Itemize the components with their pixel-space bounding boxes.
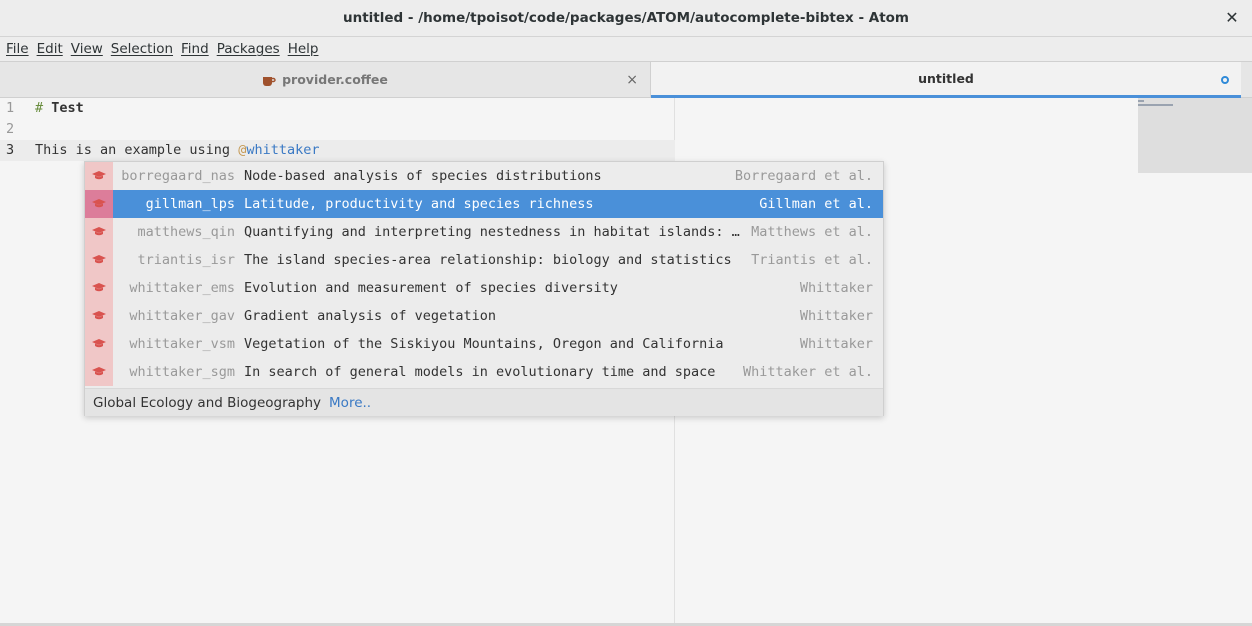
line-content: This is an example using @whittaker [35, 140, 320, 161]
suggestion-title: Vegetation of the Siskiyou Mountains, Or… [244, 336, 724, 352]
suggestion-title: Node-based analysis of species distribut… [244, 168, 602, 184]
description-text: Global Ecology and Biogeography [93, 394, 322, 411]
suggestion-title: In search of general models in evolution… [244, 364, 716, 380]
suggestion-key: whittaker_sgm [129, 364, 235, 380]
markdown-hash: # [35, 100, 44, 116]
title-bar: untitled - /home/tpoisot/code/packages/A… [0, 0, 1252, 37]
suggestion-key: gillman_lps [145, 196, 235, 212]
suggestion-item[interactable]: borregaard_nas Node-based analysis of sp… [85, 162, 883, 190]
menu-file[interactable]: File [2, 41, 33, 57]
suggestion-author: Whittaker [799, 336, 873, 352]
suggestion-key: whittaker_vsm [129, 336, 235, 352]
menu-view[interactable]: View [67, 41, 107, 57]
suggestion-item[interactable]: whittaker_gav Gradient analysis of veget… [85, 302, 883, 330]
graduation-cap-icon [85, 358, 113, 386]
menu-bar: File Edit View Selection Find Packages H… [0, 37, 1252, 62]
menu-find[interactable]: Find [177, 41, 213, 57]
suggestion-author: Matthews et al. [751, 224, 873, 240]
suggestion-key: borregaard_nas [121, 168, 235, 184]
suggestion-title: Evolution and measurement of species div… [244, 280, 618, 296]
suggestion-author: Borregaard et al. [734, 168, 873, 184]
editor-line: 2 [0, 119, 675, 140]
tab-label: provider.coffee [282, 72, 388, 87]
more-link[interactable]: More.. [329, 395, 371, 411]
tab-label: untitled [918, 71, 974, 86]
line-content: # Test [35, 98, 84, 119]
menu-selection[interactable]: Selection [107, 41, 177, 57]
suggestion-item[interactable]: matthews_qin Quantifying and interpretin… [85, 218, 883, 246]
tab-provider-coffee[interactable]: provider.coffee × [0, 62, 651, 98]
autocomplete-popup: borregaard_nas Node-based analysis of sp… [84, 161, 884, 416]
suggestion-key: matthews_qin [137, 224, 235, 240]
suggestion-author: Whittaker [799, 280, 873, 296]
tab-untitled[interactable]: untitled [651, 62, 1241, 98]
suggestion-item[interactable]: whittaker_vsm Vegetation of the Siskiyou… [85, 330, 883, 358]
tab-bar: provider.coffee × untitled [0, 62, 1252, 98]
line-text: This is an example using [35, 142, 239, 158]
line-number: 1 [6, 100, 15, 116]
markdown-heading: Test [51, 100, 84, 116]
suggestion-item[interactable]: whittaker_sgm In search of general model… [85, 358, 883, 386]
line-number: 2 [6, 121, 15, 137]
minimap-line [1138, 104, 1173, 106]
modified-dot-icon [1221, 76, 1229, 84]
menu-packages[interactable]: Packages [213, 41, 284, 57]
editor-line: 1 # Test [0, 98, 675, 119]
tab-close-icon[interactable]: × [626, 73, 638, 87]
suggestion-title: The island species-area relationship: bi… [244, 252, 732, 268]
minimap[interactable] [1138, 98, 1252, 173]
suggestion-title: Latitude, productivity and species richn… [244, 196, 594, 212]
graduation-cap-icon [85, 246, 113, 274]
suggestion-key: whittaker_gav [129, 308, 235, 324]
coffee-file-icon [262, 75, 276, 87]
line-number: 3 [6, 142, 15, 158]
citation-key: whittaker [246, 142, 320, 158]
suggestion-item-selected[interactable]: gillman_lps Latitude, productivity and s… [85, 190, 883, 218]
suggestion-author: Whittaker [799, 308, 873, 324]
suggestion-author: Triantis et al. [751, 252, 873, 268]
suggestion-title: Gradient analysis of vegetation [244, 308, 496, 324]
suggestion-description: Global Ecology and Biogeography More.. [85, 388, 883, 416]
graduation-cap-icon [85, 330, 113, 358]
editor-line-active: 3 This is an example using @whittaker [0, 140, 675, 161]
suggestion-author: Gillman et al. [759, 196, 873, 212]
graduation-cap-icon [85, 218, 113, 246]
suggestion-item[interactable]: whittaker_ems Evolution and measurement … [85, 274, 883, 302]
tab-bar-filler [1241, 62, 1252, 98]
suggestion-key: triantis_isr [137, 252, 235, 268]
graduation-cap-icon [85, 190, 113, 218]
graduation-cap-icon [85, 162, 113, 190]
suggestion-key: whittaker_ems [129, 280, 235, 296]
graduation-cap-icon [85, 302, 113, 330]
window-title: untitled - /home/tpoisot/code/packages/A… [343, 10, 909, 26]
close-window-icon[interactable]: ✕ [1222, 8, 1242, 28]
menu-edit[interactable]: Edit [33, 41, 67, 57]
graduation-cap-icon [85, 274, 113, 302]
suggestion-item[interactable]: triantis_isr The island species-area rel… [85, 246, 883, 274]
menu-help[interactable]: Help [284, 41, 323, 57]
minimap-line [1138, 100, 1144, 102]
suggestion-title: Quantifying and interpreting nestedness … [244, 224, 742, 240]
suggestion-author: Whittaker et al. [742, 364, 873, 380]
